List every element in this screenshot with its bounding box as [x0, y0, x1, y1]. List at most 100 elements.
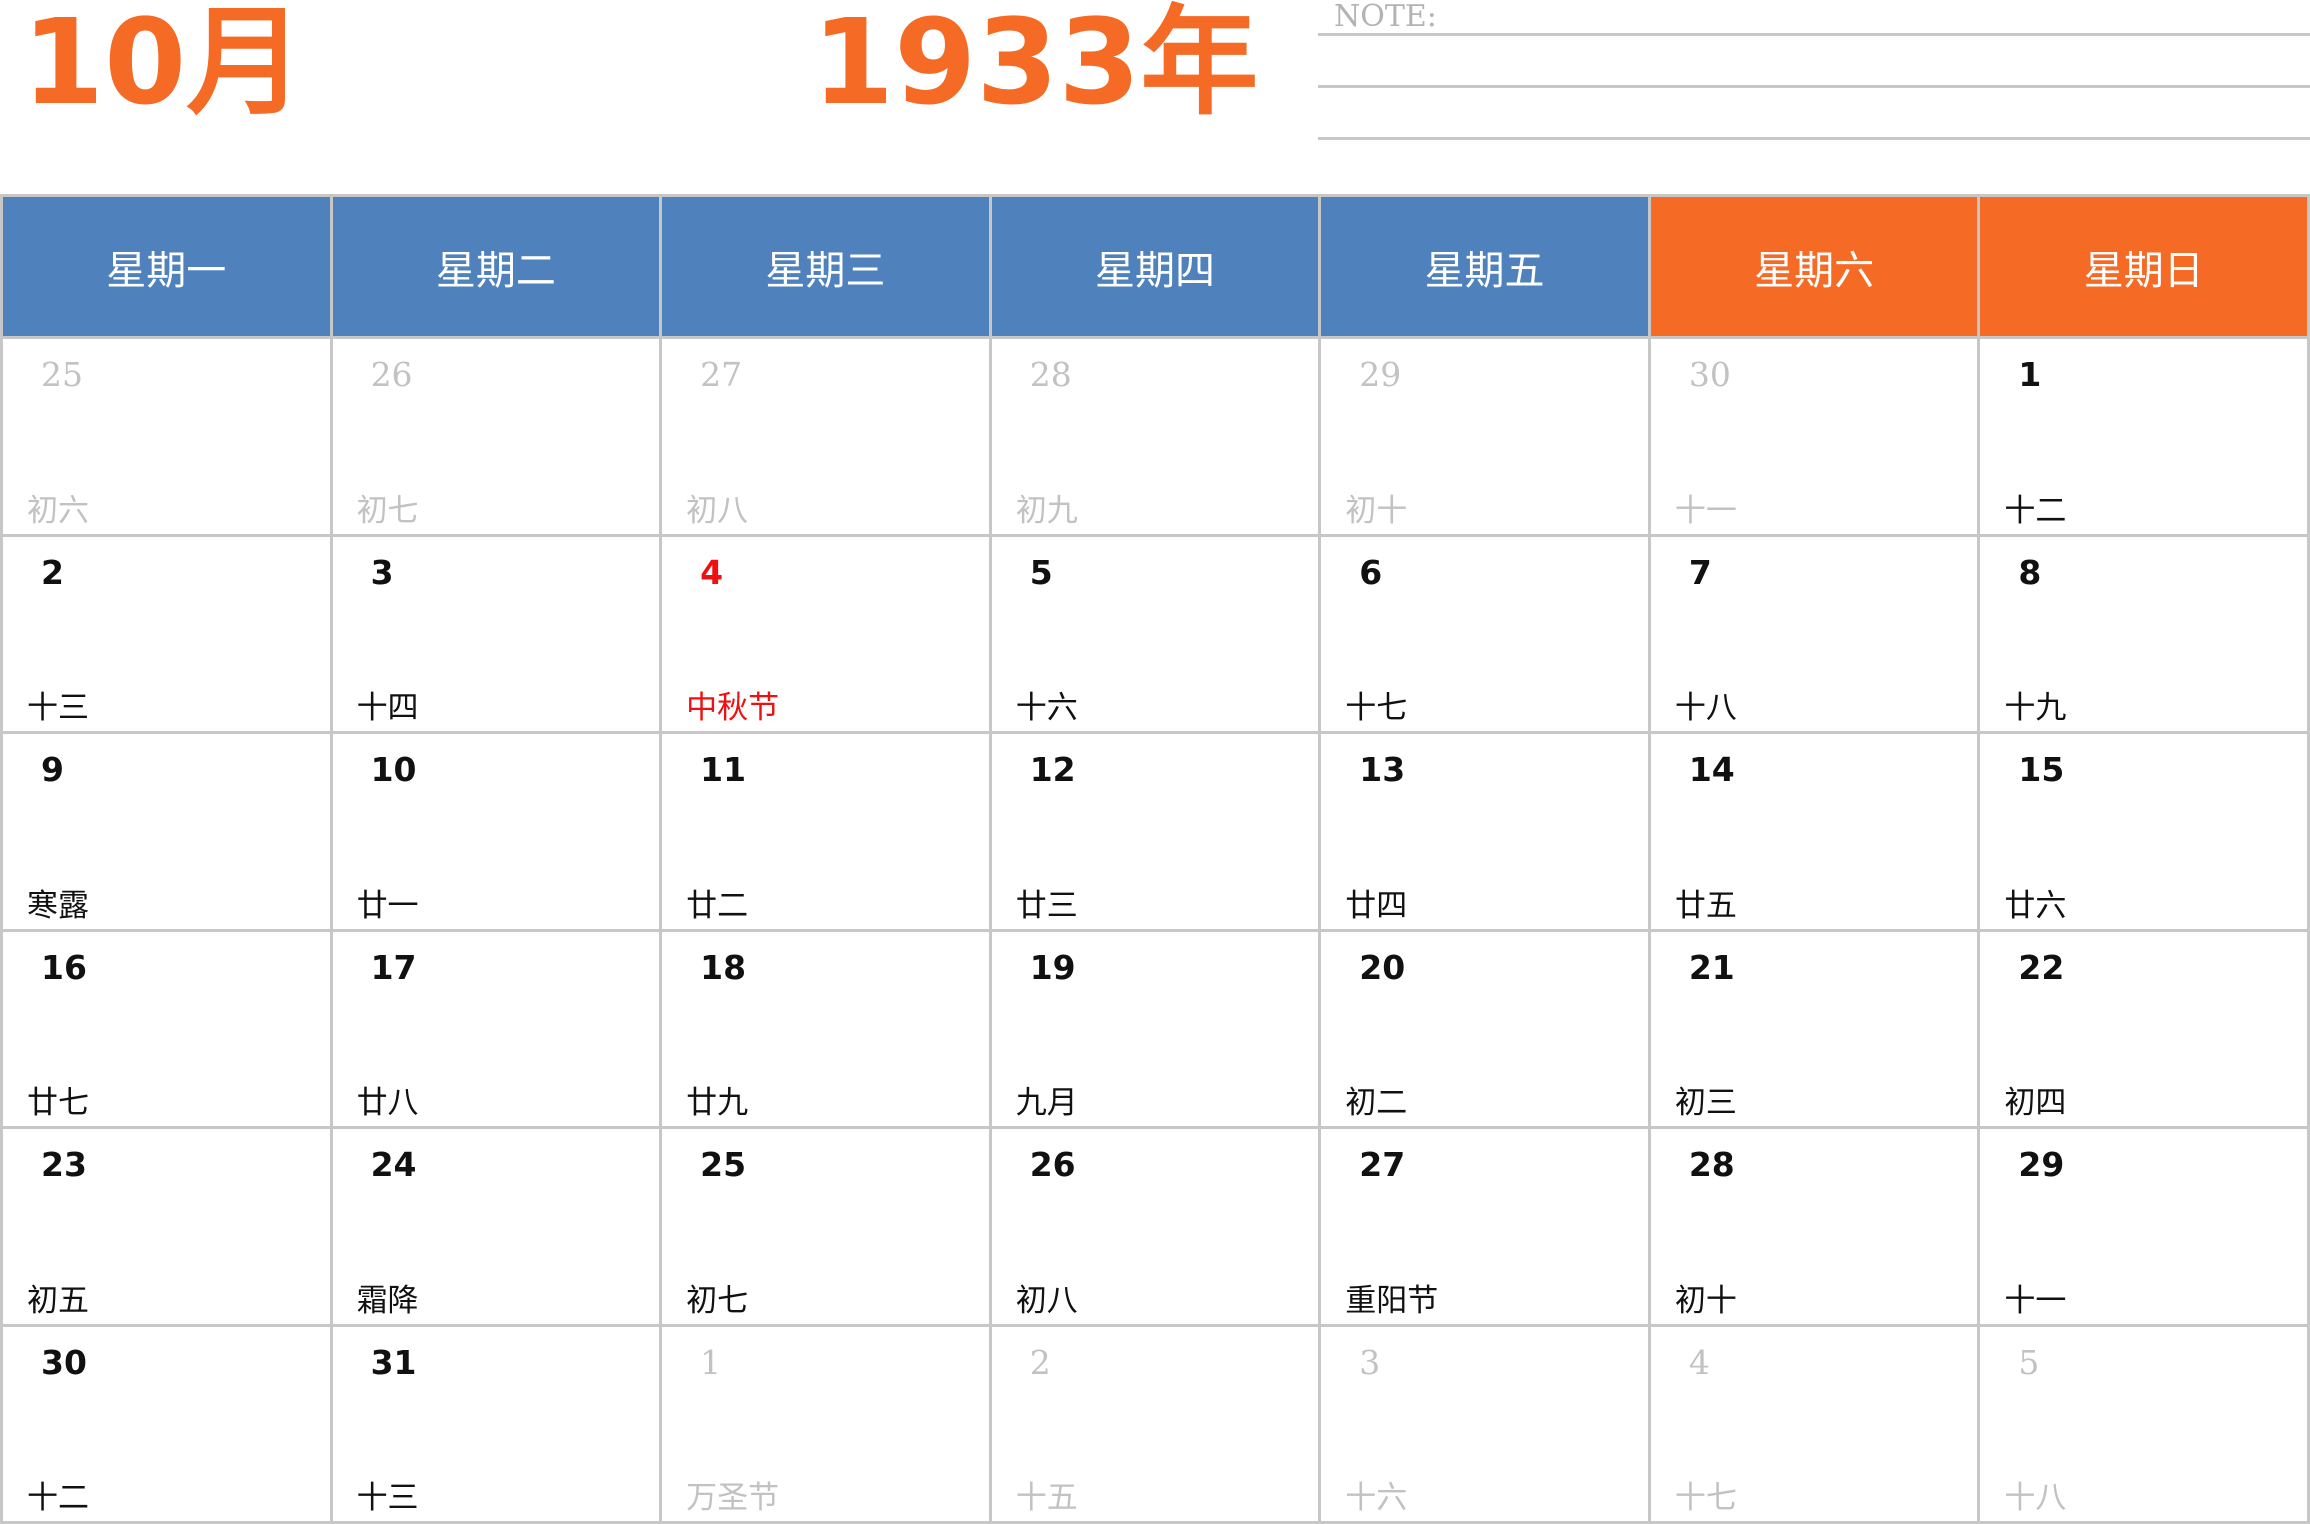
- day-cell[interactable]: 16 廿七: [3, 931, 333, 1129]
- day-cell[interactable]: 1 万圣节: [662, 1326, 992, 1524]
- day-number: 29: [1359, 355, 1402, 394]
- day-number: 18: [700, 947, 747, 987]
- day-cell[interactable]: 22 初四: [1980, 931, 2310, 1129]
- day-cell[interactable]: 2 十三: [3, 536, 333, 734]
- day-cell[interactable]: 2 十五: [991, 1326, 1322, 1524]
- lunar-date: 霜降: [356, 1282, 419, 1319]
- note-line: [1318, 33, 2310, 36]
- lunar-date: 十七: [1674, 1480, 1737, 1516]
- day-number: 30: [41, 1342, 87, 1382]
- lunar-date: 廿五: [1674, 887, 1737, 924]
- day-cell[interactable]: 5 十六: [991, 536, 1322, 734]
- day-cell[interactable]: 13 廿四: [1321, 734, 1651, 932]
- note-line: [1318, 137, 2310, 140]
- day-cell[interactable]: 20 初二: [1321, 931, 1651, 1129]
- lunar-date: 十四: [356, 690, 419, 726]
- day-number: 30: [1688, 355, 1731, 394]
- lunar-date: 十一: [1674, 492, 1737, 529]
- lunar-date: 初二: [1345, 1085, 1408, 1121]
- day-cell[interactable]: 30 十一: [1650, 339, 1981, 537]
- day-cell[interactable]: 27 初八: [662, 339, 992, 537]
- lunar-date: 初十: [1345, 492, 1408, 529]
- day-cell[interactable]: 29 初十: [1321, 339, 1651, 537]
- lunar-date: 初八: [1015, 1282, 1078, 1319]
- day-number: 5: [1029, 552, 1053, 592]
- lunar-date: 初九: [1015, 492, 1078, 529]
- day-number: 4: [1688, 1342, 1710, 1382]
- lunar-date: 初七: [356, 492, 419, 529]
- lunar-date: 十八: [2004, 1480, 2067, 1516]
- lunar-date: 初六: [27, 492, 89, 529]
- day-cell[interactable]: 18 廿九: [662, 931, 992, 1129]
- day-number: 5: [2018, 1342, 2040, 1382]
- day-cell[interactable]: 24 霜降: [332, 1129, 663, 1327]
- day-number: 16: [41, 947, 87, 987]
- day-cell[interactable]: 1 十二: [1980, 339, 2310, 537]
- day-cell[interactable]: 28 初九: [991, 339, 1322, 537]
- lunar-date: 十二: [27, 1480, 89, 1516]
- lunar-date: 十三: [356, 1480, 419, 1516]
- day-number: 2: [41, 552, 64, 592]
- day-number: 27: [1359, 1145, 1406, 1184]
- day-cell[interactable]: 8 十九: [1980, 536, 2310, 734]
- day-cell[interactable]: 4 中秋节: [662, 536, 992, 734]
- day-number: 6: [1359, 552, 1383, 592]
- day-cell[interactable]: 23 初五: [3, 1129, 333, 1327]
- lunar-date: 十三: [27, 690, 89, 726]
- day-cell[interactable]: 11 廿二: [662, 734, 992, 932]
- day-cell[interactable]: 28 初十: [1650, 1129, 1981, 1327]
- day-cell[interactable]: 29 十一: [1980, 1129, 2310, 1327]
- day-number: 28: [1029, 355, 1072, 394]
- day-number: 21: [1688, 947, 1735, 987]
- day-cell[interactable]: 3 十四: [332, 536, 663, 734]
- lunar-date: 初五: [27, 1282, 89, 1319]
- day-cell[interactable]: 10 廿一: [332, 734, 663, 932]
- month-title: 10月: [22, 0, 305, 131]
- day-number: 15: [2018, 750, 2065, 789]
- day-number: 25: [41, 355, 83, 394]
- note-line: [1318, 85, 2310, 88]
- lunar-date: 中秋节: [686, 690, 780, 726]
- day-cell[interactable]: 27 重阳节: [1321, 1129, 1651, 1327]
- day-cell[interactable]: 19 九月: [991, 931, 1322, 1129]
- day-cell[interactable]: 31 十三: [332, 1326, 663, 1524]
- day-cell[interactable]: 5 十八: [1980, 1326, 2310, 1524]
- calendar-grid: 星期一 星期二 星期三 星期四 星期五 星期六 星期日 25 初六 26 初七 27 初八…: [0, 194, 2310, 1524]
- day-number: 14: [1688, 750, 1735, 789]
- day-number: 22: [2018, 947, 2065, 987]
- weekday-header-sun: 星期日: [1980, 197, 2310, 339]
- lunar-date: 初三: [1674, 1085, 1737, 1121]
- lunar-date: 十六: [1345, 1480, 1408, 1516]
- lunar-date: 廿三: [1015, 887, 1078, 924]
- day-number: 27: [700, 355, 743, 394]
- day-cell[interactable]: 4 十七: [1650, 1326, 1981, 1524]
- day-cell[interactable]: 15 廿六: [1980, 734, 2310, 932]
- day-cell[interactable]: 12 廿三: [991, 734, 1322, 932]
- lunar-date: 廿一: [356, 887, 419, 924]
- weekday-header-wed: 星期三: [662, 197, 992, 339]
- day-number: 31: [370, 1342, 417, 1382]
- day-cell[interactable]: 3 十六: [1321, 1326, 1651, 1524]
- lunar-date: 十六: [1015, 690, 1078, 726]
- day-cell[interactable]: 30 十二: [3, 1326, 333, 1524]
- day-cell[interactable]: 25 初六: [3, 339, 333, 537]
- day-number: 24: [370, 1145, 417, 1184]
- day-cell[interactable]: 14 廿五: [1650, 734, 1981, 932]
- day-cell[interactable]: 25 初七: [662, 1129, 992, 1327]
- day-number: 11: [700, 750, 747, 789]
- day-cell[interactable]: 26 初七: [332, 339, 663, 537]
- day-cell[interactable]: 9 寒露: [3, 734, 333, 932]
- day-cell[interactable]: 17 廿八: [332, 931, 663, 1129]
- weekday-header-fri: 星期五: [1321, 197, 1651, 339]
- day-number: 1: [2018, 355, 2042, 394]
- lunar-date: 廿九: [686, 1085, 749, 1121]
- day-cell[interactable]: 21 初三: [1650, 931, 1981, 1129]
- lunar-date: 廿八: [356, 1085, 419, 1121]
- day-number: 10: [370, 750, 417, 789]
- lunar-date: 重阳节: [1345, 1282, 1439, 1319]
- day-cell[interactable]: 6 十七: [1321, 536, 1651, 734]
- day-cell[interactable]: 7 十八: [1650, 536, 1981, 734]
- day-number: 12: [1029, 750, 1076, 789]
- day-cell[interactable]: 26 初八: [991, 1129, 1322, 1327]
- day-number: 23: [41, 1145, 87, 1184]
